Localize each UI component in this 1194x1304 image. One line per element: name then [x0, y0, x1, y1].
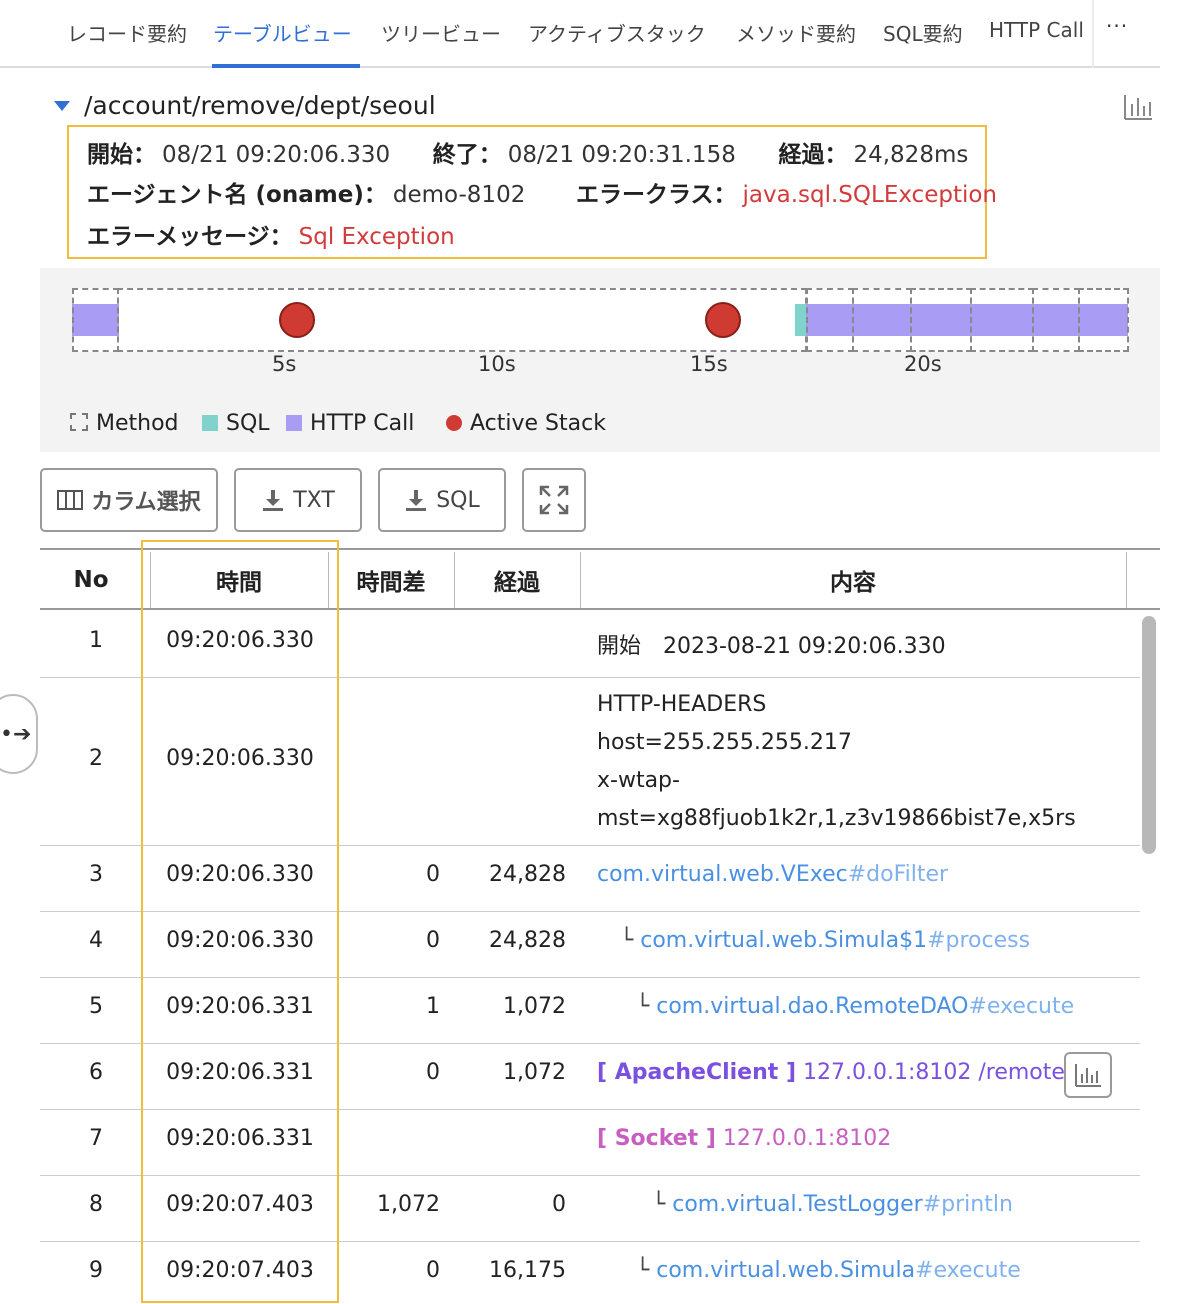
tab-sql-summary[interactable]: SQL要約	[883, 18, 963, 47]
column-header-elapsed[interactable]: 経過	[454, 550, 580, 610]
expand-button[interactable]	[522, 468, 586, 532]
side-panel-toggle[interactable]: •➔	[0, 694, 38, 774]
legend-method[interactable]: Method	[70, 411, 179, 436]
active-stack-marker[interactable]	[279, 302, 315, 338]
elapsed-value: 24,828ms	[853, 142, 969, 168]
timeline-method-segment[interactable]	[72, 288, 119, 352]
timeline-method-segment[interactable]	[910, 288, 972, 352]
tab-tree-view[interactable]: ツリービュー	[381, 18, 501, 47]
timeline-method-segment[interactable]	[117, 288, 807, 352]
summary-row-times: 開始： 08/21 09:20:06.330 終了： 08/21 09:20:31.…	[87, 135, 968, 169]
tab-record-summary[interactable]: レコード要約	[67, 18, 187, 47]
agent-label: エージェント名 (oname)：	[87, 182, 387, 208]
http-call-link[interactable]: [ ApacheClient ] 127.0.0.1:8102 /remote/…	[597, 1060, 1093, 1085]
collapse-caret-icon[interactable]	[54, 101, 70, 111]
method-link[interactable]: └ com.virtual.web.Simula#execute	[636, 1258, 1021, 1283]
http-call-chart-button[interactable]	[1064, 1052, 1112, 1098]
row-content-http-headers: HTTP-HEADERS host=255.255.255.217 x-wtap…	[597, 692, 1076, 831]
table-row[interactable]: 5 09:20:06.331 1 1,072 └ com.virtual.dao…	[40, 978, 1140, 1044]
transaction-path-title: /account/remove/dept/seoul	[84, 91, 436, 120]
active-tab-indicator	[212, 64, 360, 68]
table-row[interactable]: 3 09:20:06.330 0 24,828 com.virtual.web.…	[40, 846, 1140, 912]
legend-sql[interactable]: SQL	[202, 411, 270, 436]
method-link[interactable]: └ com.virtual.web.Simula$1#process	[620, 928, 1030, 953]
legend-sql-swatch	[202, 415, 218, 431]
column-select-button[interactable]: カラム選択	[40, 468, 218, 532]
timeline-tick: 5s	[272, 352, 297, 376]
column-header-time[interactable]: 時間	[150, 550, 328, 610]
table-row[interactable]: 9 09:20:07.403 0 16,175 └ com.virtual.we…	[40, 1242, 1140, 1304]
table-row[interactable]: 6 09:20:06.331 0 1,072 [ ApacheClient ] …	[40, 1044, 1140, 1110]
summary-row-error: エラーメッセージ： Sql Exception	[87, 217, 455, 251]
tab-method-summary[interactable]: メソッド要約	[736, 18, 856, 47]
chart-icon	[1074, 1062, 1102, 1088]
timeline-panel: 5s 10s 15s 20s Method SQL HTTP Call Acti…	[40, 268, 1160, 452]
table-scrollbar[interactable]	[1142, 616, 1156, 854]
error-message-value: Sql Exception	[298, 224, 455, 250]
download-icon	[404, 488, 428, 512]
legend-active-stack-swatch	[446, 415, 462, 431]
timeline-tick: 20s	[904, 352, 942, 376]
table-row[interactable]: 7 09:20:06.331 [ Socket ] 127.0.0.1:8102	[40, 1110, 1140, 1176]
row-content: 開始 2023-08-21 09:20:06.330	[597, 634, 946, 659]
tabs-more-button[interactable]: ···	[1106, 14, 1128, 38]
timeline-tick: 15s	[690, 352, 728, 376]
start-value: 08/21 09:20:06.330	[162, 142, 391, 168]
error-class-value: java.sql.SQLException	[742, 182, 998, 208]
tab-bar: レコード要約 テーブルビュー ツリービュー アクティブスタック メソッド要約 S…	[0, 0, 1160, 68]
method-link[interactable]: └ com.virtual.dao.RemoteDAO#execute	[636, 994, 1074, 1019]
end-value: 08/21 09:20:31.158	[507, 142, 736, 168]
tab-active-stack[interactable]: アクティブスタック	[528, 18, 706, 47]
summary-row-agent: エージェント名 (oname)： demo-8102 エラークラス： java.sq…	[87, 175, 997, 209]
column-header-diff[interactable]: 時間差	[328, 550, 454, 610]
elapsed-label: 経過：	[778, 142, 848, 168]
legend-http-swatch	[286, 415, 302, 431]
active-stack-marker[interactable]	[705, 302, 741, 338]
timeline-method-segment[interactable]	[1078, 288, 1129, 352]
legend-http-call[interactable]: HTTP Call	[286, 411, 414, 436]
timeline-method-segment[interactable]	[1032, 288, 1080, 352]
table-row[interactable]: 4 09:20:06.330 0 24,828 └ com.virtual.we…	[40, 912, 1140, 978]
error-message-label: エラーメッセージ：	[87, 224, 293, 250]
method-link[interactable]: com.virtual.web.VExec#doFilter	[597, 862, 948, 887]
end-label: 終了：	[432, 142, 502, 168]
download-sql-button[interactable]: SQL	[378, 468, 506, 532]
chart-icon[interactable]	[1122, 92, 1154, 122]
method-link[interactable]: └ com.virtual.TestLogger#println	[652, 1192, 1013, 1217]
timeline-method-segment[interactable]	[970, 288, 1034, 352]
table-row[interactable]: 2 09:20:06.330 HTTP-HEADERS host=255.255…	[40, 678, 1140, 846]
expand-arrows-icon	[538, 484, 570, 516]
download-txt-button[interactable]: TXT	[234, 468, 362, 532]
transaction-summary-box: 開始： 08/21 09:20:06.330 終了： 08/21 09:20:31.…	[67, 125, 997, 259]
timeline-method-segment[interactable]	[852, 288, 912, 352]
timeline-method-segment[interactable]	[806, 288, 854, 352]
column-header-no[interactable]: No	[40, 550, 142, 610]
socket-link[interactable]: [ Socket ] 127.0.0.1:8102	[597, 1126, 891, 1151]
columns-icon	[57, 489, 84, 511]
start-label: 開始：	[87, 142, 156, 168]
download-icon	[261, 488, 285, 512]
tabs-divider	[1092, 0, 1094, 68]
error-class-label: エラークラス：	[575, 182, 737, 208]
column-header-content[interactable]: 内容	[580, 550, 1126, 610]
tab-http-call[interactable]: HTTP Call	[989, 18, 1084, 42]
arrow-right-icon: •➔	[0, 722, 32, 747]
agent-value: demo-8102	[392, 182, 526, 208]
legend-method-swatch	[70, 413, 88, 431]
tab-table-view[interactable]: テーブルビュー	[213, 18, 352, 47]
timeline-tick: 10s	[478, 352, 516, 376]
table-row[interactable]: 8 09:20:07.403 1,072 0 └ com.virtual.Tes…	[40, 1176, 1140, 1242]
table-row[interactable]: 1 09:20:06.330 開始 2023-08-21 09:20:06.33…	[40, 612, 1140, 678]
timeline-sql-segment[interactable]	[795, 304, 806, 336]
table-header: No 時間 時間差 経過 内容	[40, 548, 1160, 610]
legend-active-stack[interactable]: Active Stack	[446, 411, 606, 436]
